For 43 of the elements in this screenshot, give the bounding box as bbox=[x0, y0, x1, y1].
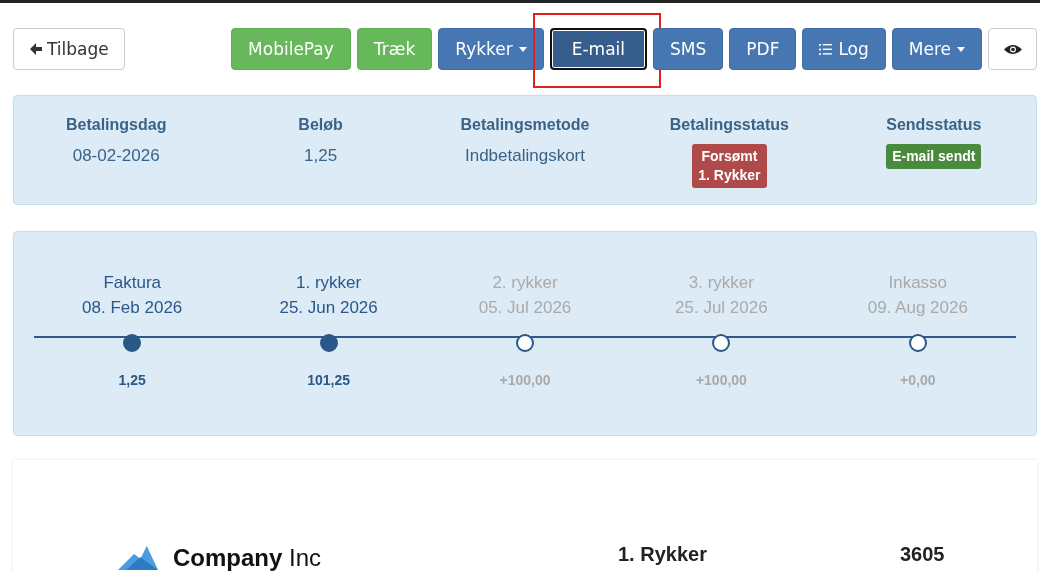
company-name: Company Inc bbox=[173, 543, 322, 570]
summary-value: Indbetalingskort bbox=[464, 146, 585, 166]
caret-icon bbox=[518, 46, 527, 52]
summary-heading: Betalingsdag bbox=[65, 116, 167, 134]
summary-heading: Beløb bbox=[298, 116, 343, 134]
summary-heading: Betalingsmetode bbox=[460, 116, 590, 134]
summary-value: 1,25 bbox=[304, 146, 338, 166]
step-date: 05. Jul 2026 bbox=[478, 297, 572, 319]
step-amount: 1,25 bbox=[118, 372, 146, 388]
status-badge: Forsømt 1. Rykker bbox=[692, 144, 767, 188]
step-title: Inkasso bbox=[888, 272, 948, 294]
step-date: 25. Jun 2026 bbox=[279, 297, 378, 319]
step-amount: +100,00 bbox=[499, 372, 551, 388]
toolbar-button[interactable]: Log bbox=[802, 28, 886, 70]
list-icon bbox=[819, 43, 833, 55]
caret-icon bbox=[957, 46, 965, 52]
step-date: 09. Aug 2026 bbox=[867, 297, 968, 319]
summary-heading: Betalingsstatus bbox=[669, 116, 789, 134]
preview-button[interactable] bbox=[988, 28, 1037, 70]
back-button[interactable]: Tilbage bbox=[13, 28, 125, 70]
summary-heading: Sendsstatus bbox=[886, 116, 982, 134]
dropdown-button[interactable]: Mere bbox=[891, 28, 982, 70]
toolbar-button[interactable]: SMS bbox=[653, 28, 724, 70]
eye-icon bbox=[1003, 43, 1022, 55]
arrow-left-icon bbox=[29, 42, 43, 56]
step-date: 08. Feb 2026 bbox=[82, 297, 183, 319]
step-amount: +0,00 bbox=[900, 372, 936, 388]
step-amount: +100,00 bbox=[695, 372, 747, 388]
step-date: 25. Jul 2026 bbox=[675, 297, 768, 319]
step-title: 3. rykker bbox=[688, 272, 754, 294]
toolbar-button[interactable]: PDF bbox=[729, 28, 797, 70]
status-badge: E-mail sendt bbox=[886, 144, 982, 169]
step-title: 2. rykker bbox=[492, 272, 558, 294]
toolbar-button[interactable]: MobilePay bbox=[231, 28, 351, 70]
summary-value: 08-02-2026 bbox=[72, 146, 160, 166]
step-title: 1. rykker bbox=[296, 272, 362, 294]
document-title: 1. Rykker bbox=[618, 542, 708, 566]
toolbar-button[interactable]: Træk bbox=[356, 28, 433, 70]
toolbar-button[interactable]: E-mail bbox=[549, 28, 648, 70]
dropdown-button[interactable]: Rykker bbox=[438, 28, 544, 70]
step-amount: 101,25 bbox=[307, 372, 350, 388]
document-number: 3605 bbox=[900, 542, 945, 566]
step-title: Faktura bbox=[103, 272, 161, 294]
